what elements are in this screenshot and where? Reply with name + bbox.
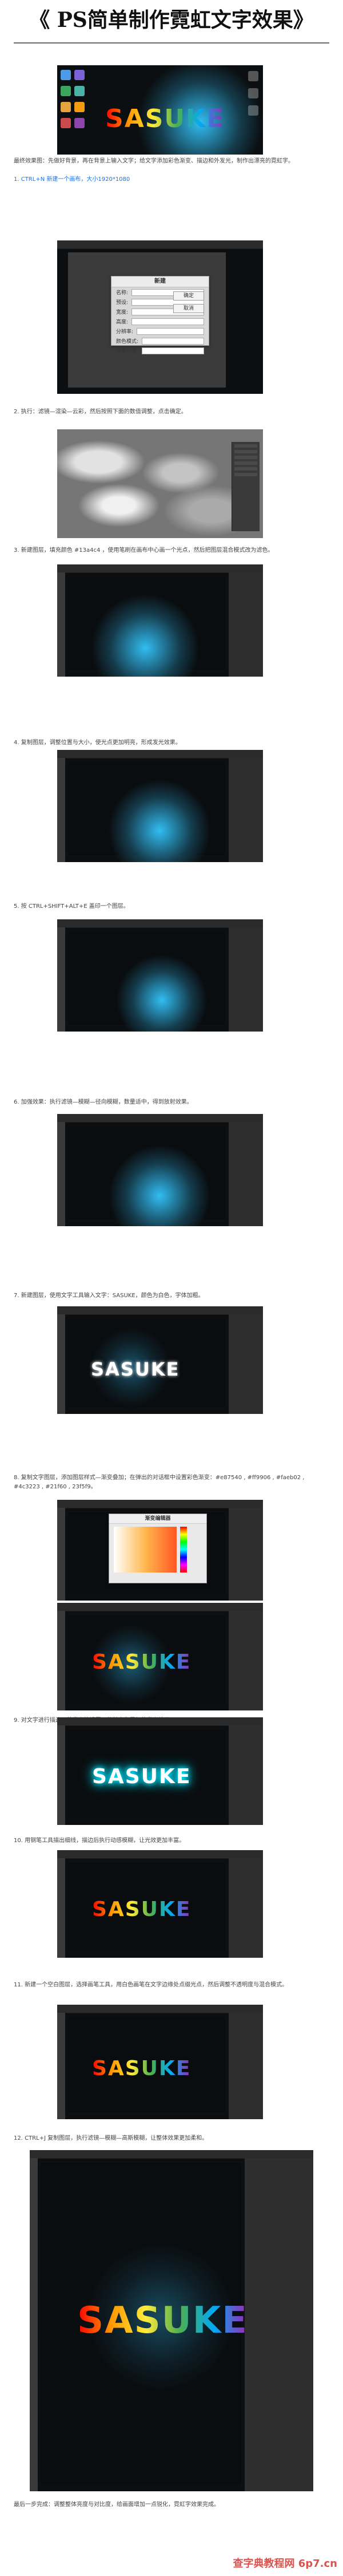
hue-slider[interactable] — [180, 1527, 187, 1573]
step-paragraph-14: 最后一步完成：调整整体亮度与对比度，给画面增加一点锐化，霓虹字效果完成。 — [14, 2502, 220, 2508]
color-field[interactable] — [114, 1527, 177, 1573]
step-paragraph-8: 7. 新建图层，使用文字工具输入文字：SASUKE，颜色为白色，字体加粗。 — [14, 1293, 204, 1299]
bright-glow-shot — [57, 750, 263, 862]
neon-word: SASUKE — [91, 1358, 180, 1380]
new-dialog: 新建 名称: 预设: 宽度: 高度: 分辨率: 颜色模式: 背景内容: 确定 取… — [111, 276, 209, 354]
final-effect-shot: SASUKE — [57, 65, 263, 155]
new-document-shot: 新建 名称: 预设: 宽度: 高度: 分辨率: 颜色模式: 背景内容: 确定 取… — [57, 240, 263, 394]
step-paragraph-9: 8. 复制文字图层，添加图层样式—渐变叠加；在弹出的对话框中设置彩色渐变：#e8… — [14, 1475, 305, 1490]
watermark: 查字典教程网 6p7.cn — [233, 2558, 337, 2570]
title-divider — [14, 42, 329, 44]
clouds-shot — [57, 429, 263, 538]
brush-shot: SASUKE — [57, 2005, 263, 2119]
step-paragraph-6: 5. 按 CTRL+SHIFT+ALT+E 盖印一个图层。 — [14, 903, 129, 910]
neon-word: SASUKE — [92, 1650, 192, 1674]
height-field[interactable] — [131, 318, 204, 325]
gradient-editor-title: 渐变编辑器 — [109, 1514, 206, 1524]
background-contents-field[interactable] — [142, 347, 204, 354]
step-paragraph-1: 最终效果图：先做好背景，再在背景上输入文字；给文字添加彩色渐变、描边和外发光，制… — [14, 158, 294, 164]
step-paragraph-3: 2. 执行：滤镜—渲染—云彩，然后按照下面的数值调整，点击确定。 — [14, 409, 187, 415]
desktop-icons — [61, 70, 85, 131]
dialog-title: 新建 — [111, 276, 209, 287]
neon-word: SASUKE — [92, 2057, 192, 2080]
neon-word: SASUKE — [92, 1898, 192, 1921]
radial-blur-shot — [57, 1114, 263, 1226]
gradient-editor-shot: 渐变编辑器 — [57, 1500, 263, 1601]
cancel-button[interactable]: 取消 — [173, 304, 204, 313]
color-mode-field[interactable] — [142, 337, 204, 345]
neon-word: SASUKE — [77, 2300, 248, 2342]
resolution-field[interactable] — [137, 327, 204, 335]
rainbow-text-shot: SASUKE — [57, 1603, 263, 1710]
text-input-shot: SASUKE — [57, 1306, 263, 1414]
light-lines-shot: SASUKE — [57, 1850, 263, 1958]
neon-word: SASUKE — [105, 104, 225, 133]
ok-button[interactable]: 确定 — [173, 291, 204, 301]
step-paragraph-4: 3. 新建图层，填充颜色 #13a4c4 ，使用笔刷在画布中心画一个光点，然后把… — [14, 547, 274, 554]
step-paragraph-13: 12. CTRL+J 复制图层，执行滤镜—模糊—高斯模糊，让整体效果更加柔和。 — [14, 2135, 208, 2142]
stamp-layer-shot — [57, 919, 263, 1032]
page-title: 《 PS简单制作霓虹文字效果》 — [29, 8, 314, 32]
gradient-editor: 渐变编辑器 — [109, 1514, 207, 1583]
stroke-glow-shot: SASUKE — [57, 1717, 263, 1825]
glow-step-shot — [57, 564, 263, 677]
step-paragraph-5: 4. 复制图层，调整位置与大小，使光点更加明亮，形成发光效果。 — [14, 740, 181, 746]
neon-word: SASUKE — [92, 1765, 192, 1788]
step-paragraph-12: 11. 新建一个空白图层，选择画笔工具，用白色画笔在文字边缘处点缀光点，然后调整… — [14, 1982, 288, 1988]
step-paragraph-2: 1. CTRL+N 新建一个画布，大小1920*1080 — [14, 176, 130, 183]
step-paragraph-7: 6. 加强效果：执行滤镜—模糊—径向模糊，数量适中，得到放射效果。 — [14, 1099, 193, 1105]
dialog-buttons: 确定 取消 — [173, 291, 204, 313]
step-paragraph-11: 10. 用钢笔工具描出细线，描边后执行动感模糊，让光效更加丰富。 — [14, 1838, 185, 1844]
final-large-shot: SASUKE — [30, 2150, 313, 2491]
